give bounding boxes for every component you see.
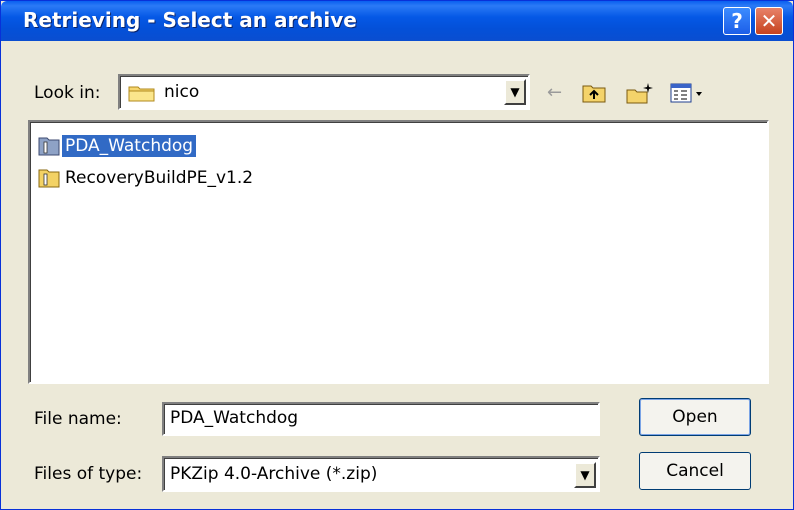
chevron-down-icon: ▼	[510, 85, 520, 99]
look-in-combo[interactable]: nico ▼	[118, 74, 530, 110]
file-name: RecoveryBuildPE_v1.2	[65, 168, 254, 188]
select-archive-dialog: Retrieving - Select an archive ? ✕ Look …	[0, 0, 794, 510]
view-menu-icon[interactable]	[669, 81, 707, 105]
file-name-label: File name:	[34, 409, 122, 429]
file-name-input[interactable]: PDA_Watchdog	[162, 402, 600, 436]
file-type-value: PKZip 4.0-Archive (*.zip)	[170, 464, 378, 484]
file-type-label: Files of type:	[34, 464, 143, 484]
zip-folder-icon	[38, 137, 60, 156]
close-button[interactable]: ✕	[755, 7, 783, 35]
file-type-dropdown-button[interactable]: ▼	[574, 462, 596, 488]
open-button[interactable]: Open	[639, 398, 751, 436]
folder-icon	[128, 86, 155, 102]
file-name: PDA_Watchdog	[62, 135, 197, 157]
window-title: Retrieving - Select an archive	[23, 8, 357, 32]
up-folder-icon[interactable]	[581, 81, 607, 105]
look-in-label: Look in:	[34, 83, 101, 103]
look-in-dropdown-button[interactable]: ▼	[504, 79, 526, 105]
back-arrow-icon[interactable]: ←	[547, 81, 562, 105]
file-list[interactable]: PDA_Watchdog RecoveryBuildPE_v1.2	[28, 120, 769, 384]
chevron-down-icon: ▼	[580, 468, 590, 482]
cancel-button[interactable]: Cancel	[639, 452, 751, 490]
look-in-value: nico	[164, 82, 200, 102]
help-button[interactable]: ?	[723, 7, 751, 35]
list-item[interactable]: PDA_Watchdog	[38, 132, 197, 160]
list-item[interactable]: RecoveryBuildPE_v1.2	[38, 164, 256, 192]
zip-folder-icon	[38, 169, 60, 188]
title-bar[interactable]: Retrieving - Select an archive ? ✕	[1, 1, 793, 41]
file-type-combo[interactable]: PKZip 4.0-Archive (*.zip) ▼	[162, 456, 600, 492]
new-folder-icon[interactable]	[625, 81, 655, 105]
